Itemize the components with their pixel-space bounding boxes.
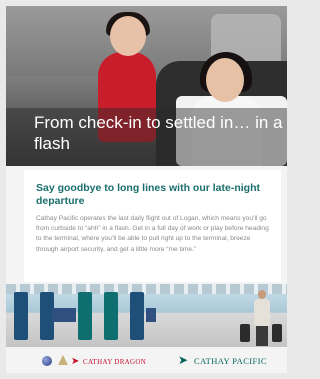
checkin-kiosk [14,292,28,340]
cathay-pacific-logo: CATHAY PACIFIC [194,356,267,366]
traveler-head [258,290,266,299]
checkin-kiosk [104,292,118,340]
partner-logo-icon [58,355,68,365]
cathay-dragon-logo: CATHAY DRAGON [83,358,147,366]
passenger-face [206,58,244,102]
body-copy: Cathay Pacific operates the last daily f… [36,215,269,253]
checkin-kiosk [78,292,92,340]
airport-photo [6,284,287,347]
checkin-kiosk [130,292,144,340]
content-panel: Say goodbye to long lines with our late-… [24,170,281,282]
oneworld-logo-icon [42,356,52,366]
luggage [240,324,250,342]
logo-bar: ➤ CATHAY DRAGON ➤ CATHAY PACIFIC [6,347,287,373]
flight-attendant-face [110,16,146,56]
cathay-pacific-brushwing-icon: ➤ [178,353,189,367]
hero-headline: From check-in to settled in… in a flash [34,113,283,153]
hero-photo: From check-in to settled in… in a flash [6,6,287,166]
counter-sign [52,308,76,322]
subheading: Say goodbye to long lines with our late-… [36,182,261,207]
ad-card: From check-in to settled in… in a flash … [6,6,287,373]
traveler-figure [254,299,270,327]
counter-sign [146,308,156,322]
traveler-legs [256,326,268,346]
cathay-dragon-brushwing-icon: ➤ [71,356,80,367]
luggage [272,324,282,342]
